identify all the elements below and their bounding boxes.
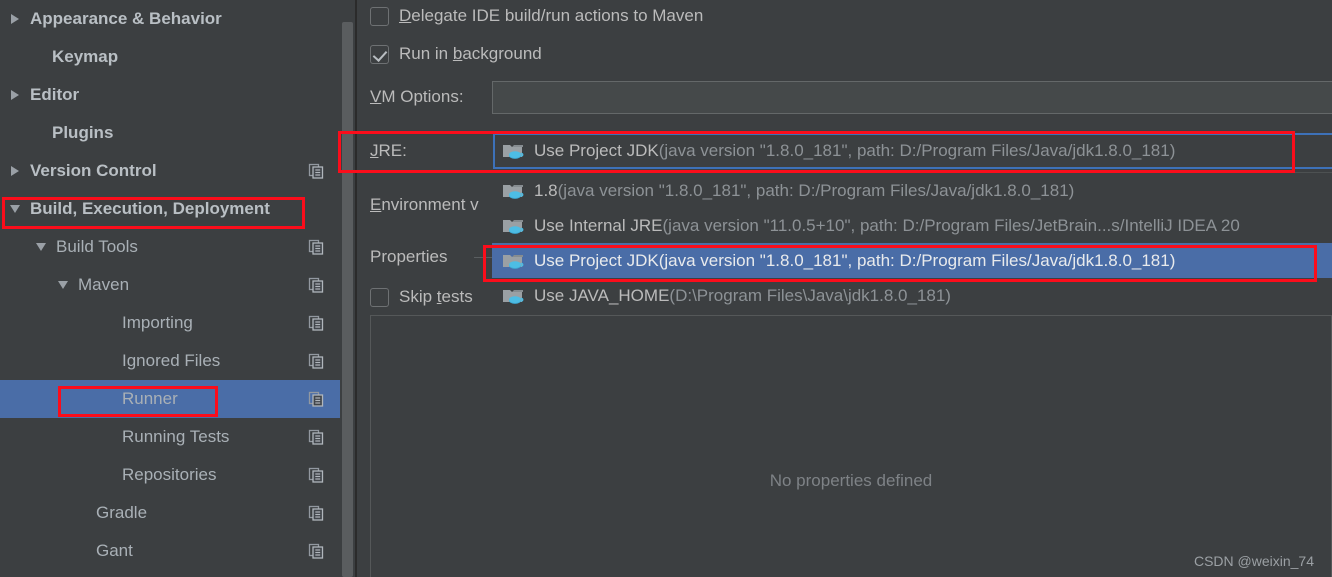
jre-option-use-java-home[interactable]: Use JAVA_HOME (D:\Program Files\Java\jdk…: [492, 278, 1332, 313]
jre-option-detail: (java version "1.8.0_181", path: D:/Prog…: [557, 180, 1075, 200]
skip-tests-label: Skip tests: [399, 287, 473, 306]
jre-option-name: Use Project JDK: [534, 250, 659, 270]
sidebar-item-label: Runner: [122, 389, 178, 408]
run-in-background-checkbox[interactable]: [370, 44, 389, 64]
sidebar-item-label: Version Control: [30, 161, 157, 180]
jre-option-name: 1.8: [534, 180, 558, 200]
sidebar-item-version-control[interactable]: Version Control: [0, 152, 340, 190]
delegate-ide-build-label: Delegate IDE build/run actions to Maven: [399, 6, 704, 25]
jre-option-detail: (D:\Program Files\Java\jdk1.8.0_181): [669, 285, 951, 305]
run-in-background-checkbox-row[interactable]: Run in background: [370, 44, 542, 64]
chevron-down-icon[interactable]: [56, 277, 72, 293]
jre-option-name: Use JAVA_HOME: [534, 285, 670, 305]
sidebar-item-running-tests[interactable]: Running Tests: [0, 418, 340, 456]
copy-settings-icon[interactable]: [308, 391, 324, 407]
chevron-right-icon[interactable]: [8, 163, 24, 179]
copy-settings-icon[interactable]: [308, 163, 324, 179]
copy-settings-icon[interactable]: [308, 543, 324, 559]
sidebar-item-label: Repositories: [122, 465, 217, 484]
sidebar-item-label: Maven: [78, 275, 130, 294]
sidebar-item-runner[interactable]: Runner: [0, 380, 340, 418]
sidebar-item-label: Gant: [96, 541, 133, 560]
vm-options-input[interactable]: [492, 81, 1332, 114]
sidebar-item-maven[interactable]: Maven: [0, 266, 340, 304]
properties-section-label: Properties: [370, 247, 448, 266]
chevron-right-icon[interactable]: [8, 11, 24, 27]
sidebar-item-appearance-behavior[interactable]: Appearance & Behavior: [0, 0, 340, 38]
jre-option-use-project-jdk[interactable]: Use Project JDK (java version "1.8.0_181…: [492, 243, 1332, 278]
jdk-folder-icon: [502, 217, 524, 235]
jre-option-detail: (java version "1.8.0_181", path: D:/Prog…: [658, 250, 1176, 270]
chevron-right-icon[interactable]: [8, 87, 24, 103]
jre-option-use-internal-jre[interactable]: Use Internal JRE (java version "11.0.5+1…: [492, 208, 1332, 243]
skip-tests-checkbox-row[interactable]: Skip tests: [370, 287, 473, 307]
copy-settings-icon[interactable]: [308, 467, 324, 483]
sidebar-item-ignored-files[interactable]: Ignored Files: [0, 342, 340, 380]
jre-option-1-8[interactable]: 1.8 (java version "1.8.0_181", path: D:/…: [492, 173, 1332, 208]
sidebar-item-label: Editor: [30, 85, 80, 104]
jre-dropdown-popup[interactable]: 1.8 (java version "1.8.0_181", path: D:/…: [492, 172, 1332, 313]
sidebar-item-label: Plugins: [52, 123, 114, 142]
jdk-folder-icon: [502, 287, 524, 305]
sidebar-item-label: Running Tests: [122, 427, 230, 446]
jdk-folder-icon: [502, 252, 524, 270]
sidebar-scrollbar-thumb[interactable]: [342, 22, 353, 577]
sidebar-item-label: Build, Execution, Deployment: [30, 199, 270, 218]
sidebar-item-importing[interactable]: Importing: [0, 304, 340, 342]
copy-settings-icon[interactable]: [308, 315, 324, 331]
copy-settings-icon[interactable]: [308, 429, 324, 445]
sidebar-item-gant[interactable]: Gant: [0, 532, 340, 570]
copy-settings-icon[interactable]: [308, 277, 324, 293]
sidebar-item-build-tools[interactable]: Build Tools: [0, 228, 340, 266]
sidebar-item-gradle[interactable]: Gradle: [0, 494, 340, 532]
properties-table-panel[interactable]: No properties defined: [370, 315, 1332, 577]
copy-settings-icon[interactable]: [308, 353, 324, 369]
sidebar-item-label: Appearance & Behavior: [30, 9, 222, 28]
delegate-ide-build-checkbox-row[interactable]: Delegate IDE build/run actions to Maven: [370, 6, 703, 26]
sidebar-item-editor[interactable]: Editor: [0, 76, 340, 114]
jre-label: JRE:: [370, 141, 407, 160]
delegate-ide-build-checkbox[interactable]: [370, 6, 389, 26]
chevron-down-icon[interactable]: [8, 201, 24, 217]
jre-selected-detail: (java version "1.8.0_181", path: D:/Prog…: [658, 141, 1176, 160]
maven-runner-settings-panel: Delegate IDE build/run actions to Maven …: [357, 0, 1332, 577]
vm-options-label: VM Options:: [370, 87, 464, 106]
settings-category-tree[interactable]: Appearance & Behavior Keymap Editor Plugins…: [0, 0, 340, 577]
sidebar-item-keymap[interactable]: Keymap: [0, 38, 340, 76]
sidebar-item-label: Gradle: [96, 503, 148, 522]
copy-settings-icon[interactable]: [308, 505, 324, 521]
sidebar-item-build-execution-deployment[interactable]: Build, Execution, Deployment: [0, 190, 340, 228]
sidebar-item-repositories[interactable]: Repositories: [0, 456, 340, 494]
sidebar-item-plugins[interactable]: Plugins: [0, 114, 340, 152]
skip-tests-checkbox[interactable]: [370, 287, 389, 307]
jdk-folder-icon: [502, 182, 524, 200]
jre-option-detail: (java version "11.0.5+10", path: D:/Prog…: [662, 215, 1240, 235]
watermark-text: CSDN @weixin_74: [1193, 553, 1314, 569]
copy-settings-icon[interactable]: [308, 239, 324, 255]
sidebar-item-label: Ignored Files: [122, 351, 221, 370]
settings-dialog: Appearance & Behavior Keymap Editor Plugins…: [0, 0, 1332, 577]
properties-separator: [474, 257, 494, 258]
sidebar-item-label: Importing: [122, 313, 193, 332]
sidebar-item-label: Keymap: [52, 47, 119, 66]
run-in-background-label: Run in background: [399, 44, 542, 63]
environment-variables-label: Environment v: [370, 195, 479, 214]
chevron-down-icon[interactable]: [34, 239, 50, 255]
jre-option-name: Use Internal JRE: [534, 215, 663, 235]
properties-empty-message: No properties defined: [769, 471, 933, 490]
sidebar-item-label: Build Tools: [56, 237, 138, 256]
jdk-folder-icon: [502, 142, 524, 160]
jre-selected-name: Use Project JDK: [534, 141, 659, 160]
jre-combobox[interactable]: Use Project JDK (java version "1.8.0_181…: [493, 133, 1332, 169]
